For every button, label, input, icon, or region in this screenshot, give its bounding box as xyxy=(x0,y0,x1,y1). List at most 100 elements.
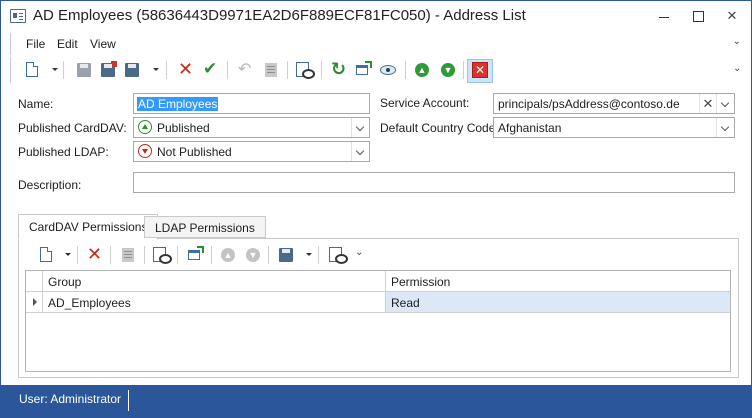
delete-icon: ✕ xyxy=(178,59,194,79)
toolbar-separator xyxy=(227,61,228,79)
toolbar-separator xyxy=(321,61,322,79)
toolbar-separator xyxy=(63,61,64,79)
close-button[interactable]: ✕ xyxy=(715,1,749,31)
move-down-button[interactable]: ▼ xyxy=(243,245,263,265)
toolbar-separator xyxy=(77,246,78,264)
tab-carddav-permissions[interactable]: CardDAV Permissions xyxy=(18,214,159,240)
menu-edit[interactable]: Edit xyxy=(57,37,78,51)
view-button[interactable] xyxy=(378,60,398,80)
menu-view[interactable]: View xyxy=(90,37,116,51)
delete-button[interactable]: ✕ xyxy=(176,59,196,80)
published-ldap-select[interactable]: Not Published xyxy=(133,141,370,162)
row-indicator-icon xyxy=(26,292,43,312)
save-dropdown-arrow[interactable] xyxy=(153,68,159,71)
service-account-label: Service Account: xyxy=(380,96,470,110)
add-permission-button[interactable] xyxy=(36,245,56,265)
preview-button[interactable] xyxy=(151,245,172,265)
preview-icon xyxy=(296,62,315,79)
preview-button[interactable] xyxy=(294,60,315,80)
address-card-icon xyxy=(10,9,26,23)
status-separator xyxy=(128,390,129,411)
move-up-button[interactable]: ▲ xyxy=(412,60,432,80)
default-country-select[interactable]: Afghanistan xyxy=(493,117,735,138)
main-toolbar: ✕ ✔ ↶ ↻ ▲ ▼ ✕ ⌄ xyxy=(10,57,743,83)
delete-permission-button[interactable]: ✕ xyxy=(85,244,105,265)
move-down-button[interactable]: ▼ xyxy=(438,60,458,80)
table-row[interactable]: AD_Employees Read xyxy=(26,292,730,313)
menu-bar: File Edit View ⌄ xyxy=(10,33,743,55)
minimize-button[interactable] xyxy=(647,1,681,31)
cell-permission[interactable]: Read xyxy=(386,292,730,312)
close-window-button[interactable]: ✕ xyxy=(467,59,493,83)
name-label: Name: xyxy=(18,97,54,111)
save-close-icon xyxy=(101,61,117,77)
service-account-select[interactable]: principals/psAddress@contoso.de ✕ xyxy=(493,93,735,114)
save-button[interactable] xyxy=(276,245,296,265)
save-icon xyxy=(279,248,293,262)
status-bar: User: Administrator xyxy=(1,385,751,417)
new-dropdown-arrow[interactable] xyxy=(52,68,58,71)
grid-corner xyxy=(26,271,43,292)
column-header-group[interactable]: Group xyxy=(43,271,386,292)
save-close-button[interactable] xyxy=(98,60,118,80)
chevron-down-icon[interactable]: ⌄ xyxy=(733,36,741,47)
chevron-down-icon[interactable] xyxy=(351,118,369,137)
save-icon xyxy=(77,63,91,77)
chevron-down-icon[interactable]: ⌄ xyxy=(733,63,741,74)
permissions-toolbar: ✕ ▲ ▼ ⌄ xyxy=(25,242,731,268)
default-country-value: Afghanistan xyxy=(498,121,562,135)
description-label: Description: xyxy=(18,178,82,192)
menu-file[interactable]: File xyxy=(26,37,45,51)
move-up-button[interactable]: ▲ xyxy=(218,245,238,265)
save-dropdown-arrow[interactable] xyxy=(306,253,312,256)
filter-button[interactable] xyxy=(327,245,348,265)
save-new-icon xyxy=(125,63,139,77)
view-icon xyxy=(380,65,396,75)
new-window-icon xyxy=(188,246,204,260)
service-account-value: principals/psAddress@contoso.de xyxy=(498,97,680,111)
address-list-window: AD Employees (58636443D9971EA2D6F889ECF8… xyxy=(0,0,752,418)
cell-group[interactable]: AD_Employees xyxy=(43,292,386,312)
published-carddav-select[interactable]: Published xyxy=(133,117,370,138)
chevron-down-icon[interactable] xyxy=(716,118,734,137)
save-new-button[interactable] xyxy=(122,60,142,80)
preview-icon xyxy=(153,247,172,264)
apply-button[interactable]: ✔ xyxy=(201,59,221,80)
move-down-icon: ▼ xyxy=(441,63,455,77)
new-button[interactable] xyxy=(22,60,42,80)
chevron-down-icon[interactable] xyxy=(351,142,369,161)
toolbar-separator xyxy=(287,61,288,79)
maximize-button[interactable] xyxy=(681,1,715,31)
description-input[interactable] xyxy=(133,172,735,193)
published-ldap-value: Not Published xyxy=(157,145,232,159)
report-button[interactable] xyxy=(118,245,138,265)
tab-ldap-permissions[interactable]: LDAP Permissions xyxy=(144,216,266,238)
title-bar: AD Employees (58636443D9971EA2D6F889ECF8… xyxy=(1,1,751,32)
toolbar-separator xyxy=(463,61,464,79)
not-published-status-icon xyxy=(138,144,152,158)
name-input[interactable]: AD Employees xyxy=(133,93,370,114)
published-carddav-value: Published xyxy=(157,121,210,135)
undo-button[interactable]: ↶ xyxy=(235,60,255,80)
published-status-icon xyxy=(138,120,152,134)
chevron-down-icon[interactable]: ⌄ xyxy=(355,247,363,258)
filter-icon xyxy=(329,247,348,264)
column-header-permission[interactable]: Permission xyxy=(386,271,730,292)
toolbar-separator xyxy=(268,246,269,264)
chevron-down-icon[interactable] xyxy=(716,94,734,113)
new-window-icon xyxy=(356,61,372,75)
apply-icon: ✔ xyxy=(203,59,218,78)
new-icon xyxy=(26,62,38,77)
permissions-grid: Group Permission AD_Employees Read xyxy=(25,270,731,372)
save-button[interactable] xyxy=(74,60,94,80)
new-window-button[interactable] xyxy=(185,245,205,265)
toolbar-separator xyxy=(166,61,167,79)
refresh-button[interactable]: ↻ xyxy=(329,59,349,80)
toolbar-separator xyxy=(144,246,145,264)
grid-header: Group Permission xyxy=(26,271,730,292)
toolbar-separator xyxy=(177,246,178,264)
new-window-button[interactable] xyxy=(353,60,373,80)
report-button[interactable] xyxy=(261,60,281,80)
clear-icon[interactable]: ✕ xyxy=(699,94,716,113)
add-dropdown-arrow[interactable] xyxy=(65,253,71,256)
